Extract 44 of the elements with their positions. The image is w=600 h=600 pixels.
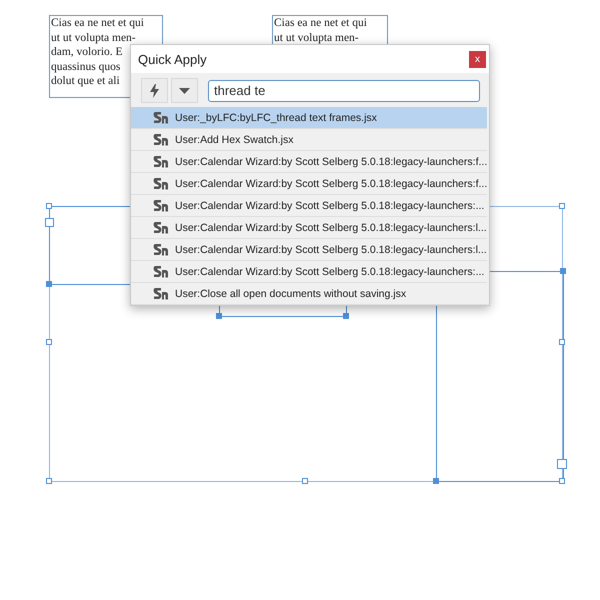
script-icon — [153, 265, 169, 278]
text-line: Cias ea ne net et qui — [274, 16, 367, 30]
selection-handle[interactable] — [559, 339, 565, 345]
result-item[interactable]: User:_byLFC:byLFC_thread text frames.jsx — [131, 107, 488, 129]
script-icon — [153, 155, 169, 168]
script-icon — [153, 221, 169, 234]
script-icon — [153, 287, 169, 300]
script-icon — [153, 199, 169, 212]
result-item[interactable]: User:Calendar Wizard:by Scott Selberg 5.0.18:legacy-launchers:l... — [131, 239, 488, 261]
lightning-icon — [150, 84, 159, 98]
text-line: ut ut volupta men- — [274, 30, 359, 45]
selection-handle[interactable] — [433, 478, 439, 484]
selection-handle[interactable] — [343, 313, 349, 319]
result-item[interactable]: User:Calendar Wizard:by Scott Selberg 5.0.18:legacy-launchers:... — [131, 195, 488, 217]
dropdown-button[interactable] — [171, 78, 198, 103]
script-icon — [153, 243, 169, 256]
lightning-button[interactable] — [141, 78, 168, 103]
text-line: dam, volorio. E — [51, 45, 123, 60]
text-line: dolut que et ali — [51, 74, 120, 88]
script-icon — [153, 177, 169, 190]
search-field[interactable]: thread te — [208, 80, 480, 102]
selection-handle[interactable] — [46, 339, 52, 345]
result-item[interactable]: User:Calendar Wizard:by Scott Selberg 5.0.18:legacy-launchers:... — [131, 261, 488, 283]
selection-handle[interactable] — [46, 203, 52, 209]
result-item[interactable]: User:Calendar Wizard:by Scott Selberg 5.0.18:legacy-launchers:f... — [131, 151, 488, 173]
text-line: ut ut volupta men- — [51, 30, 136, 45]
text-line: Cias ea ne net et qui — [51, 16, 144, 30]
selection-handle[interactable] — [559, 203, 565, 209]
result-item[interactable]: User:Close all open documents without saving.jsx — [131, 283, 488, 305]
selection-handle[interactable] — [216, 313, 222, 319]
script-icon — [153, 111, 169, 124]
result-item[interactable]: User:Calendar Wizard:by Scott Selberg 5.0.18:legacy-launchers:f... — [131, 173, 488, 195]
result-item[interactable]: User:Calendar Wizard:by Scott Selberg 5.0.18:legacy-launchers:l... — [131, 217, 488, 239]
dialog-title: Quick Apply — [138, 52, 207, 66]
selection-handle[interactable] — [560, 268, 566, 274]
selection-handle[interactable] — [46, 478, 52, 484]
result-item[interactable]: User:Add Hex Swatch.jsx — [131, 129, 488, 151]
selection-handle[interactable] — [46, 281, 52, 287]
selection-handle[interactable] — [302, 478, 308, 484]
script-icon — [153, 133, 169, 146]
text-line: quassinus quos — [51, 60, 120, 74]
caret-icon — [179, 88, 190, 94]
close-button[interactable]: x — [469, 50, 486, 68]
selection-handle[interactable] — [559, 478, 565, 484]
